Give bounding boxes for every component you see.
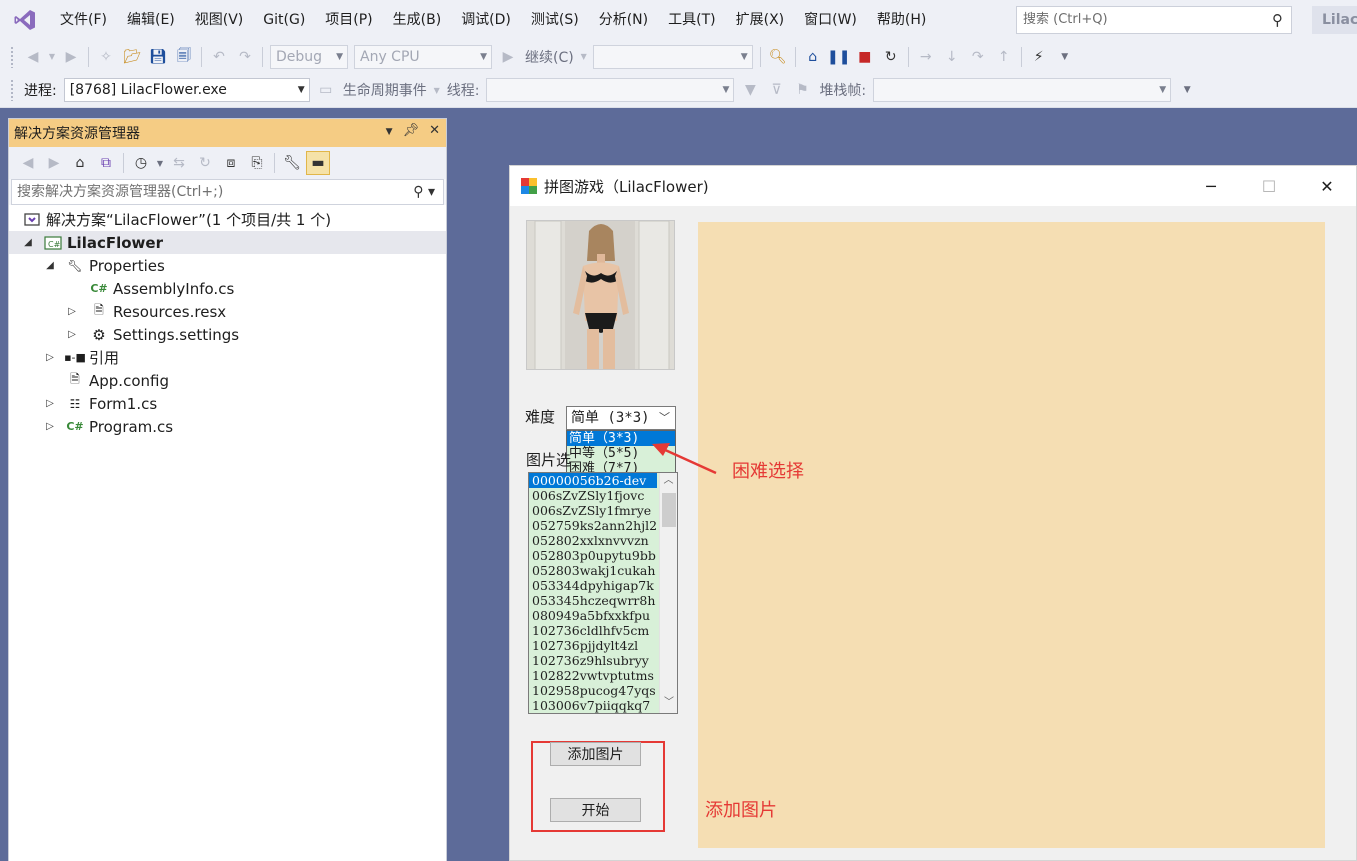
difficulty-annotation: 困难选择: [732, 461, 804, 482]
annotation-arrow: [662, 447, 717, 475]
annotation-arrowhead-icon: [652, 443, 670, 456]
add-image-annotation: 添加图片: [705, 800, 777, 821]
annotation-arrow-layer: [652, 443, 717, 475]
